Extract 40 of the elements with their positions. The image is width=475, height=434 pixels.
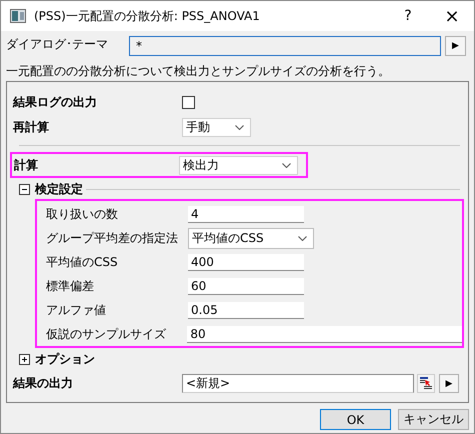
chevron-down-icon [298,236,307,242]
field-label: 計算 [13,156,39,174]
expand-icon[interactable] [19,354,30,364]
field-label: 結果の出力 [12,375,74,392]
chevron-down-icon [235,125,244,130]
section-title[interactable]: オプション [35,350,95,368]
input-field[interactable]: 4 [188,206,304,224]
field-label: グループ平均差の指定法 [45,230,179,248]
output-menu-button[interactable]: ▶ [439,374,459,393]
field-label: 標準偏差 [45,278,95,295]
input-field[interactable]: 0.05 [188,302,304,319]
section-title[interactable]: 検定設定 [35,180,83,198]
chevron-down-icon [282,162,291,168]
close-button[interactable]: × [430,1,474,31]
dropdown[interactable]: 平均値のCSS [188,228,314,250]
dropdown[interactable]: 手動 [182,118,251,137]
window-title: (PSS)一元配置の分散分析: PSS_ANOVA1 [34,8,260,24]
input-field[interactable]: 400 [188,254,304,272]
collapse-icon[interactable] [19,184,30,194]
ok-button[interactable]: OK [320,409,391,430]
field-label: 取り扱いの数 [45,206,119,224]
input-field[interactable]: 80 [187,326,462,343]
app-icon [10,9,26,23]
input-field[interactable]: 60 [188,278,304,295]
help-button[interactable]: ? [386,1,430,31]
field-label: 再計算 [12,119,50,136]
theme-label: ダイアログ･テーマ [6,36,109,53]
dropdown[interactable]: 検出力 [179,156,298,174]
field-label: アルファ値 [45,302,107,319]
cancel-button[interactable]: キャンセル [398,409,469,430]
output-field[interactable]: <新規> [182,374,414,393]
field-label: 仮説のサンプルサイズ [45,326,167,343]
description: 一元配置のの分散分析について検出力とサンプルサイズの分析を行う。 [6,63,391,80]
sheet-picker-button[interactable] [417,374,435,393]
theme-menu-button[interactable]: ▶ [445,36,466,56]
sheet-cursor-icon [420,377,432,390]
checkbox[interactable] [182,96,195,109]
field-label: 平均値のCSS [45,254,119,272]
field-label: 結果ログの出力 [12,94,98,111]
theme-field[interactable]: * [129,36,441,56]
